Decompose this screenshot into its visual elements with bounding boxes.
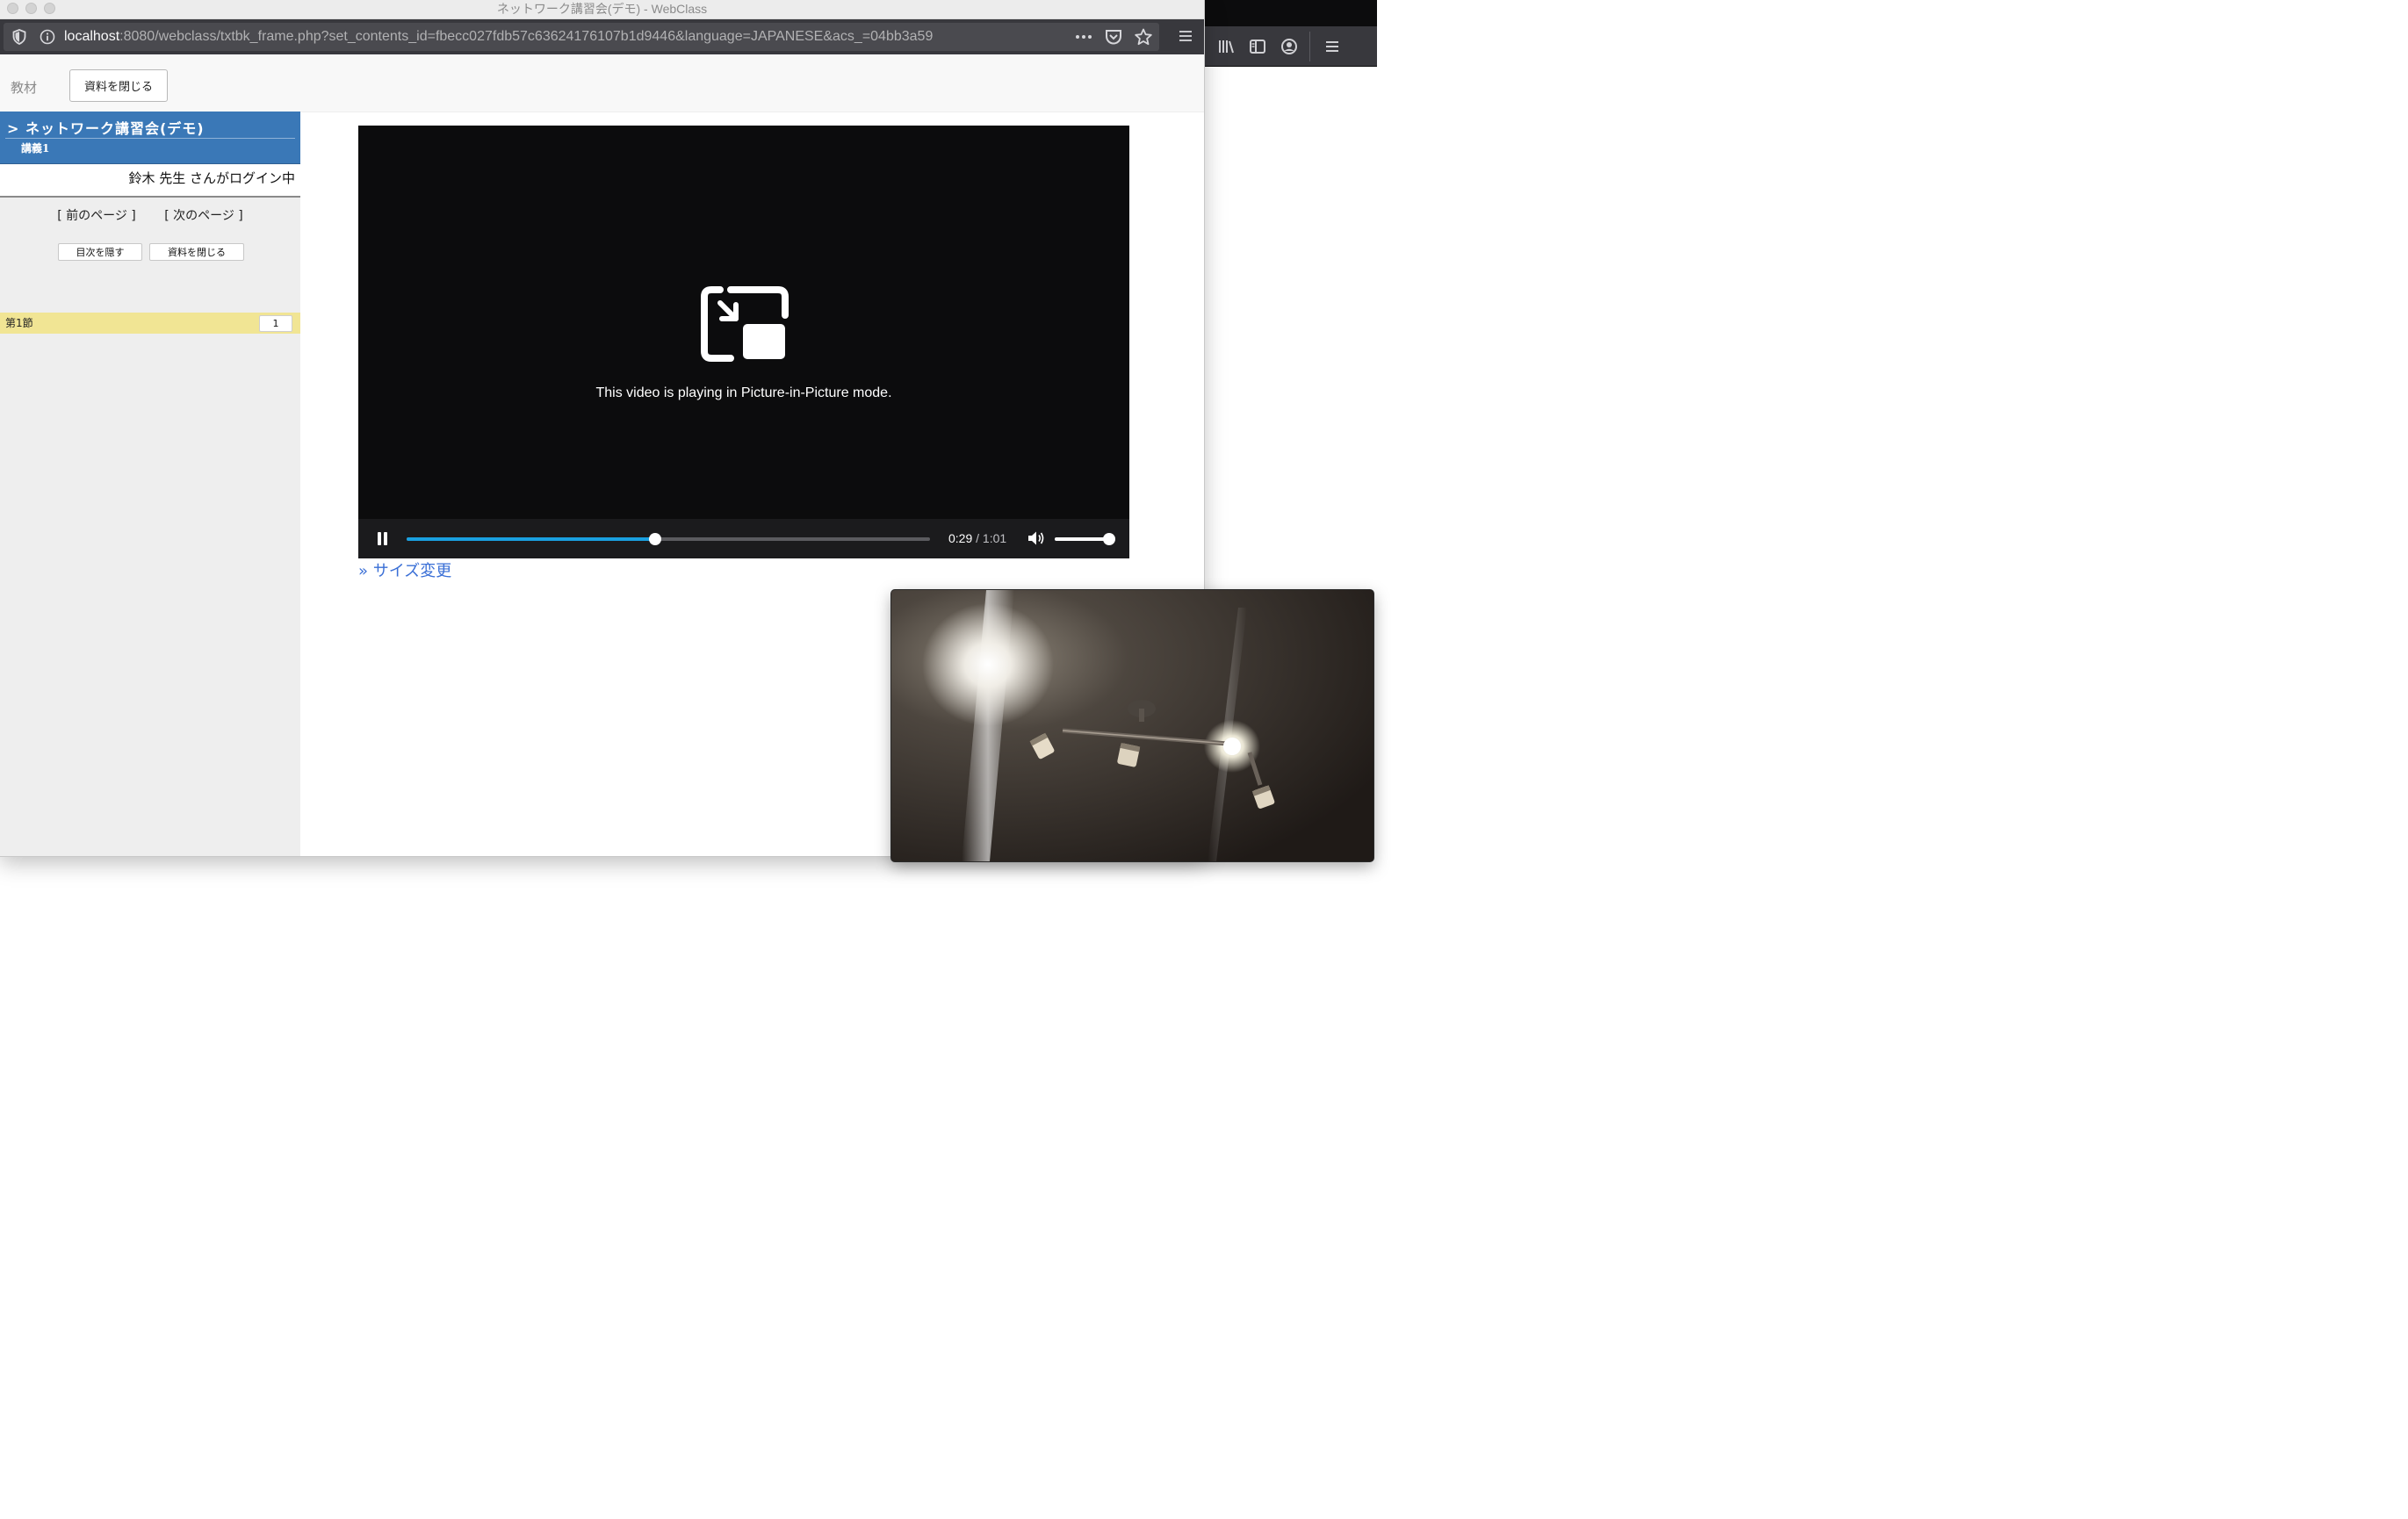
zoom-window-button[interactable] <box>44 3 55 14</box>
login-status-row: 鈴木 先生 さんがログイン中 <box>0 164 300 198</box>
close-window-button[interactable] <box>7 3 18 14</box>
prev-page-link[interactable]: [ 前のページ ] <box>57 209 136 223</box>
course-title[interactable]: > ネットワーク講習会(デモ) <box>7 117 205 138</box>
current-time: 0:29 <box>948 531 973 545</box>
bookmark-star-icon[interactable] <box>1135 28 1152 46</box>
more-icon[interactable] <box>1075 28 1092 46</box>
video-controls: 0:29 / 1:01 <box>358 519 1129 558</box>
total-time: / 1:01 <box>976 531 1007 545</box>
account-icon[interactable] <box>1280 37 1299 56</box>
hide-toc-button[interactable]: 目次を隠す <box>58 243 142 261</box>
desktop-background <box>1204 0 1377 26</box>
time-display: 0:29 / 1:01 <box>948 531 1006 545</box>
progress-fill <box>407 537 656 541</box>
close-material-button[interactable]: 資料を閉じる <box>69 69 168 102</box>
toc-section-item[interactable]: 第1節 1 <box>0 313 300 334</box>
title-bar: ネットワーク講習会(デモ) - WebClass <box>0 0 1204 19</box>
pip-video-window[interactable] <box>891 590 1373 861</box>
minimize-window-button[interactable] <box>25 3 37 14</box>
navigation-bar: localhost:8080/webclass/txtbk_frame.php?… <box>0 19 1204 54</box>
page-navigation: [ 前のページ ] [ 次のページ ] <box>0 206 300 224</box>
close-material-button-small[interactable]: 資料を閉じる <box>149 243 244 261</box>
section-name[interactable]: 第1節 <box>5 315 33 330</box>
lecture-label: 講義1 <box>21 142 50 155</box>
material-label: 教材 <box>11 80 38 96</box>
course-header-divider <box>5 138 295 139</box>
course-header: > ネットワーク講習会(デモ) 講義1 <box>0 112 300 164</box>
url-host: localhost <box>64 29 120 44</box>
shield-icon[interactable] <box>11 29 27 45</box>
url-text[interactable]: localhost:8080/webclass/txtbk_frame.php?… <box>64 29 933 45</box>
pip-video-frame <box>891 590 1373 861</box>
progress-bar[interactable] <box>407 533 930 545</box>
window-title: ネットワーク講習会(デモ) - WebClass <box>496 2 708 16</box>
volume-slider[interactable] <box>1055 533 1115 545</box>
pause-icon[interactable] <box>378 532 388 545</box>
next-page-link[interactable]: [ 次のページ ] <box>164 209 243 223</box>
menu-icon[interactable] <box>1323 37 1342 56</box>
volume-fill <box>1055 537 1109 541</box>
background-browser-toolbar <box>1204 26 1377 67</box>
library-icon[interactable] <box>1216 37 1236 56</box>
pocket-icon[interactable] <box>1105 28 1122 46</box>
url-actions <box>1075 28 1152 46</box>
menu-icon[interactable] <box>1178 28 1193 44</box>
info-icon[interactable] <box>40 29 55 45</box>
volume-thumb[interactable] <box>1103 533 1115 545</box>
material-header: 教材 資料を閉じる <box>0 55 1204 112</box>
section-page-number: 1 <box>259 315 292 332</box>
picture-in-picture-icon <box>701 286 789 362</box>
video-player[interactable]: This video is playing in Picture-in-Pict… <box>358 126 1129 558</box>
sidebar-buttons: 目次を隠す 資料を閉じる <box>58 243 244 261</box>
toc-sidebar: > ネットワーク講習会(デモ) 講義1 鈴木 先生 さんがログイン中 [ 前のペ… <box>0 112 300 856</box>
sidebar-icon[interactable] <box>1248 37 1267 56</box>
progress-thumb[interactable] <box>649 533 662 545</box>
login-status: 鈴木 先生 さんがログイン中 <box>128 170 295 186</box>
volume-icon[interactable] <box>1027 530 1045 546</box>
resize-link[interactable]: » サイズ変更 <box>358 558 451 581</box>
address-bar[interactable]: localhost:8080/webclass/txtbk_frame.php?… <box>4 23 1159 51</box>
pip-message: This video is playing in Picture-in-Pict… <box>595 385 892 400</box>
url-path: :8080/webclass/txtbk_frame.php?set_conte… <box>119 29 934 44</box>
toolbar-separator <box>1309 31 1310 61</box>
window-controls <box>7 3 55 14</box>
